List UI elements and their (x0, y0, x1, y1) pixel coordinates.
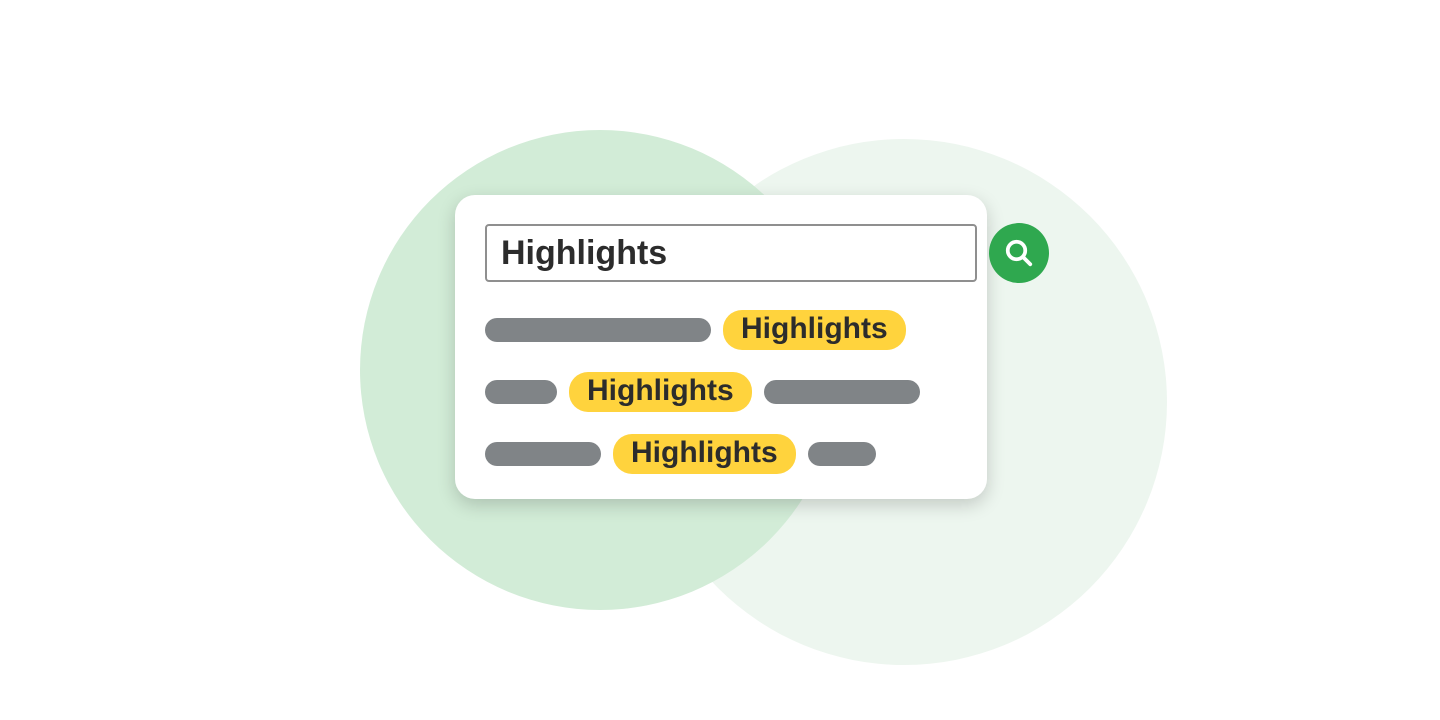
search-icon (1004, 238, 1034, 268)
illustration-stage: Highlights Highlights Highlights (0, 0, 1440, 720)
search-button[interactable] (989, 223, 1049, 283)
search-row (485, 223, 957, 283)
highlight-match: Highlights (569, 372, 752, 412)
highlight-match: Highlights (723, 310, 906, 350)
result-row: Highlights (485, 373, 957, 411)
text-placeholder (808, 442, 876, 466)
result-row: Highlights (485, 435, 957, 473)
search-card: Highlights Highlights Highlights (455, 195, 987, 499)
text-placeholder (485, 442, 601, 466)
result-row: Highlights (485, 311, 957, 349)
search-input[interactable] (485, 224, 977, 282)
highlight-match: Highlights (613, 434, 796, 474)
results-list: Highlights Highlights Highlights (485, 311, 957, 473)
text-placeholder (485, 380, 557, 404)
text-placeholder (485, 318, 711, 342)
text-placeholder (764, 380, 920, 404)
